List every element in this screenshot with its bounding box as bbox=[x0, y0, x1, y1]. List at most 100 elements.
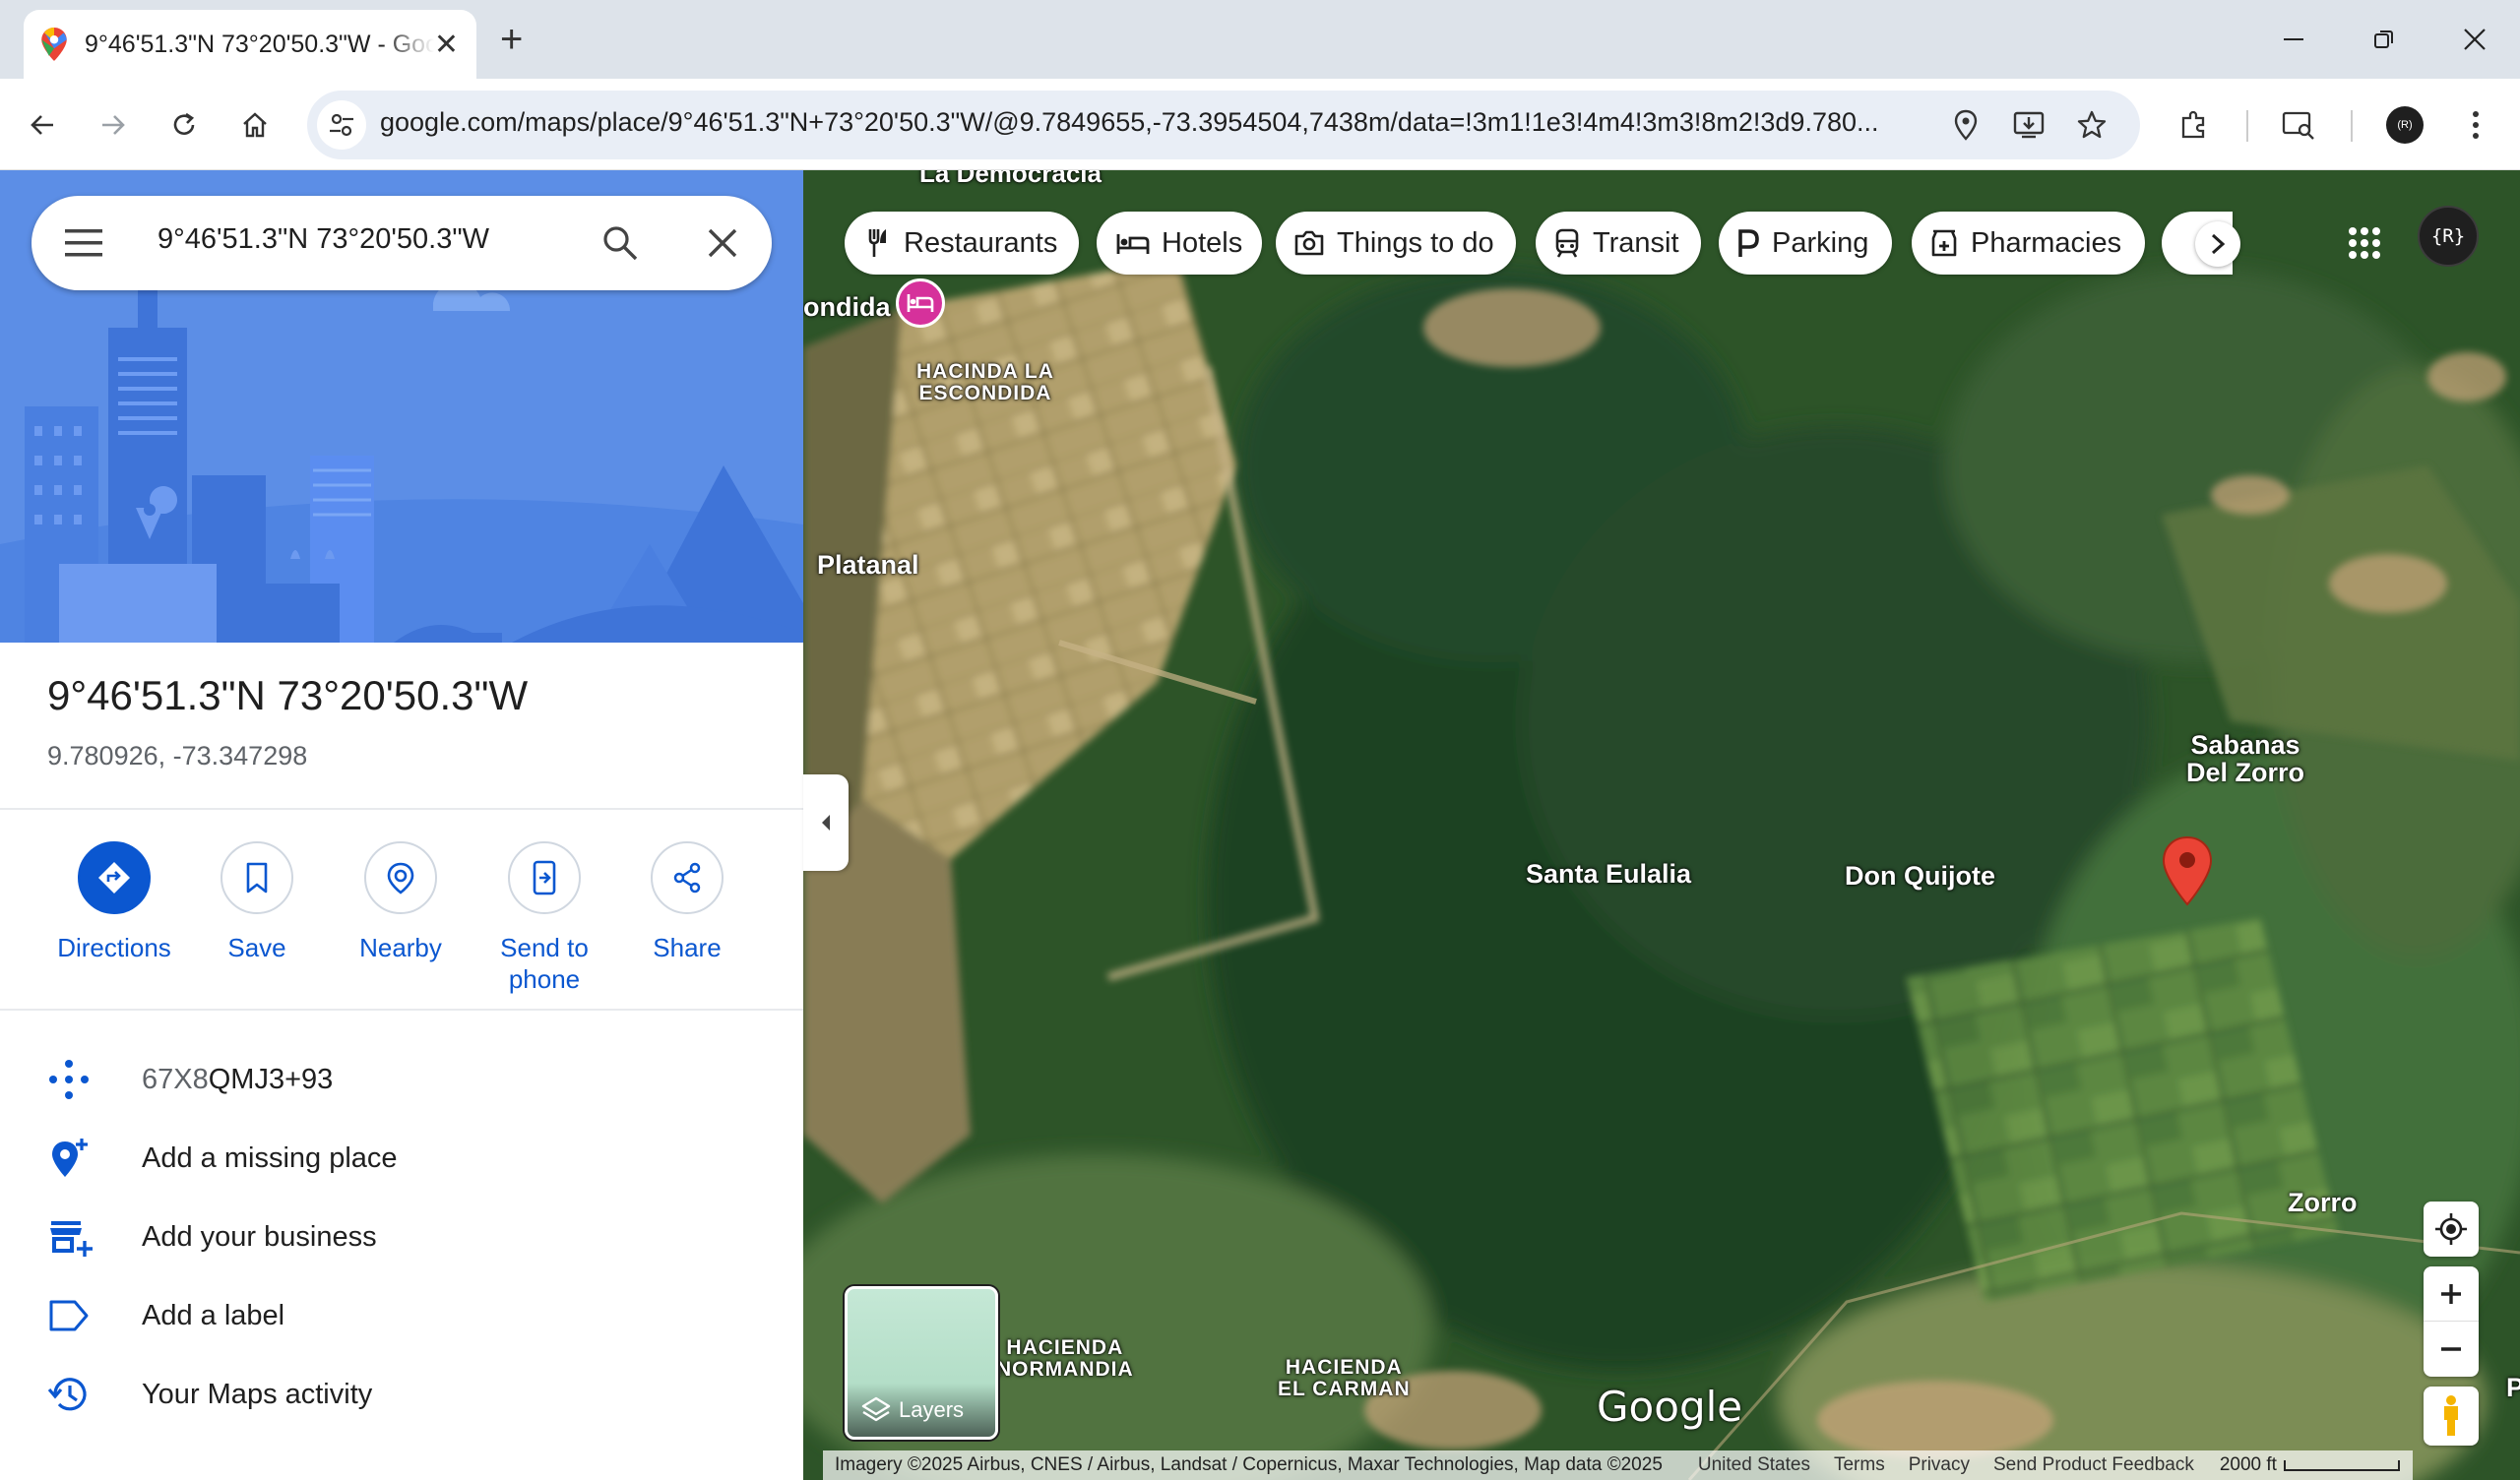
forward-button[interactable] bbox=[89, 100, 138, 150]
search-box[interactable] bbox=[32, 196, 772, 290]
browser-menu-button[interactable] bbox=[2451, 100, 2500, 150]
layers-label: Layers bbox=[899, 1397, 965, 1422]
browser-window: 9°46'51.3"N 73°20'50.3"W - Google Maps ✕… bbox=[0, 0, 2520, 1480]
add-business-row[interactable]: Add your business bbox=[0, 1198, 803, 1276]
google-logo: Google bbox=[1597, 1383, 1743, 1431]
site-info-button[interactable] bbox=[317, 100, 366, 150]
chip-label: Transit bbox=[1593, 226, 1679, 259]
send-to-phone-button[interactable]: Send to phone bbox=[475, 841, 613, 995]
close-icon bbox=[2464, 29, 2486, 50]
chip-transit[interactable]: Transit bbox=[1536, 212, 1701, 275]
tab-search-icon bbox=[2282, 111, 2314, 140]
search-button[interactable] bbox=[595, 217, 646, 269]
send-to-phone-label: Send to phone bbox=[500, 933, 589, 994]
place-label[interactable]: ondida bbox=[803, 292, 891, 323]
camera-icon bbox=[1294, 230, 1324, 256]
chip-parking[interactable]: Parking bbox=[1719, 212, 1893, 275]
save-button[interactable]: Save bbox=[188, 841, 326, 963]
forward-arrow-icon bbox=[102, 115, 125, 135]
install-app-icon[interactable] bbox=[2008, 104, 2049, 146]
minimize-button[interactable] bbox=[2264, 14, 2323, 65]
collapse-panel-button[interactable] bbox=[803, 774, 849, 871]
feedback-link[interactable]: Send Product Feedback bbox=[1993, 1454, 2194, 1476]
back-button[interactable] bbox=[18, 100, 67, 150]
hotel-icon bbox=[1116, 234, 1150, 254]
chip-restaurants[interactable]: Restaurants bbox=[845, 212, 1080, 275]
scale-bar[interactable]: 2000 ft bbox=[2220, 1454, 2401, 1476]
chip-label: Pharmacies bbox=[1971, 226, 2122, 259]
minimize-icon bbox=[2284, 38, 2303, 40]
privacy-link[interactable]: Privacy bbox=[1909, 1454, 1970, 1476]
chevron-right-icon bbox=[2211, 233, 2226, 255]
profile-button[interactable]: (R) bbox=[2380, 100, 2429, 150]
search-input[interactable] bbox=[158, 223, 571, 256]
browser-tab[interactable]: 9°46'51.3"N 73°20'50.3"W - Google Maps ✕ bbox=[24, 10, 476, 79]
nearby-label: Nearby bbox=[359, 933, 442, 962]
share-label: Share bbox=[653, 933, 722, 962]
place-label[interactable]: Don Quijote bbox=[1845, 861, 1995, 892]
place-label[interactable]: HACIENDA NORMANDIA bbox=[996, 1337, 1134, 1381]
account-avatar[interactable]: {R} bbox=[2418, 206, 2479, 267]
url-text[interactable]: google.com/maps/place/9°46'51.3"N+73°20'… bbox=[380, 107, 1955, 138]
place-label[interactable]: HACINDA LA ESCONDIDA bbox=[916, 361, 1054, 404]
search-icon bbox=[603, 226, 638, 261]
directions-button[interactable]: Directions bbox=[45, 841, 183, 963]
tab-close-icon[interactable]: ✕ bbox=[434, 28, 459, 62]
place-label[interactable]: La Democracia bbox=[919, 170, 1102, 189]
directions-icon bbox=[98, 862, 130, 894]
hotel-poi-marker[interactable] bbox=[896, 278, 945, 328]
new-tab-button[interactable]: + bbox=[500, 18, 523, 61]
place-coordinates[interactable]: 9.780926, -73.347298 bbox=[47, 741, 307, 771]
map-canvas[interactable]: Restaurants Hotels Things to do Transit … bbox=[803, 170, 2520, 1480]
toolbar-divider bbox=[2351, 110, 2353, 142]
place-label[interactable]: Santa Eulalia bbox=[1526, 859, 1691, 890]
street-view-pegman[interactable] bbox=[2424, 1387, 2479, 1446]
maps-activity-row[interactable]: Your Maps activity bbox=[0, 1355, 803, 1434]
share-button[interactable]: Share bbox=[618, 841, 756, 963]
reload-button[interactable] bbox=[159, 100, 209, 150]
place-label[interactable]: P bbox=[2506, 1373, 2520, 1403]
nearby-button[interactable]: Nearby bbox=[332, 841, 470, 963]
restore-button[interactable] bbox=[2355, 14, 2414, 65]
chip-pharmacies[interactable]: Pharmacies bbox=[1912, 212, 2146, 275]
close-icon bbox=[708, 228, 737, 258]
add-missing-place-row[interactable]: Add a missing place bbox=[0, 1119, 803, 1198]
close-window-button[interactable] bbox=[2445, 14, 2504, 65]
country-link[interactable]: United States bbox=[1698, 1454, 1810, 1476]
add-label-row[interactable]: Add a label bbox=[0, 1276, 803, 1355]
place-label[interactable]: Zorro bbox=[2288, 1188, 2358, 1218]
save-label: Save bbox=[227, 933, 286, 962]
clear-search-button[interactable] bbox=[697, 217, 748, 269]
place-label[interactable]: Sabanas Del Zorro bbox=[2186, 731, 2304, 786]
google-apps-button[interactable] bbox=[2337, 216, 2392, 271]
home-icon bbox=[243, 112, 267, 138]
back-arrow-icon bbox=[31, 115, 53, 135]
layers-button[interactable]: Layers bbox=[845, 1286, 998, 1440]
my-location-button[interactable] bbox=[2424, 1202, 2479, 1257]
browser-toolbar: google.com/maps/place/9°46'51.3"N+73°20'… bbox=[0, 79, 2520, 170]
location-icon[interactable] bbox=[1945, 104, 1986, 146]
terms-link[interactable]: Terms bbox=[1834, 1454, 1885, 1476]
zoom-in-button[interactable] bbox=[2424, 1266, 2479, 1322]
zoom-control bbox=[2424, 1266, 2479, 1377]
add-label-label: Add a label bbox=[142, 1299, 285, 1331]
bookmark-star-icon[interactable] bbox=[2071, 104, 2112, 146]
zoom-out-button[interactable] bbox=[2424, 1322, 2479, 1377]
place-label[interactable]: HACIENDA EL CARMAN bbox=[1278, 1357, 1411, 1400]
hamburger-menu-icon[interactable] bbox=[61, 223, 106, 263]
tune-icon bbox=[330, 113, 353, 137]
kebab-menu-icon bbox=[2473, 111, 2479, 139]
location-pin[interactable] bbox=[2162, 835, 2213, 906]
place-label[interactable]: Platanal bbox=[817, 550, 919, 581]
plus-code-row[interactable]: 67X8QMJ3+93 bbox=[0, 1040, 803, 1119]
chip-things-to-do[interactable]: Things to do bbox=[1276, 212, 1516, 275]
home-button[interactable] bbox=[230, 100, 280, 150]
chevron-left-icon bbox=[822, 815, 830, 831]
extensions-button[interactable] bbox=[2170, 100, 2219, 150]
chip-hotels[interactable]: Hotels bbox=[1097, 212, 1263, 275]
scale-label: 2000 ft bbox=[2219, 1454, 2277, 1475]
apps-grid-icon bbox=[2349, 227, 2380, 259]
chips-next-button[interactable] bbox=[2195, 221, 2240, 267]
address-bar[interactable]: google.com/maps/place/9°46'51.3"N+73°20'… bbox=[307, 91, 2140, 159]
tab-search-button[interactable] bbox=[2274, 100, 2323, 150]
